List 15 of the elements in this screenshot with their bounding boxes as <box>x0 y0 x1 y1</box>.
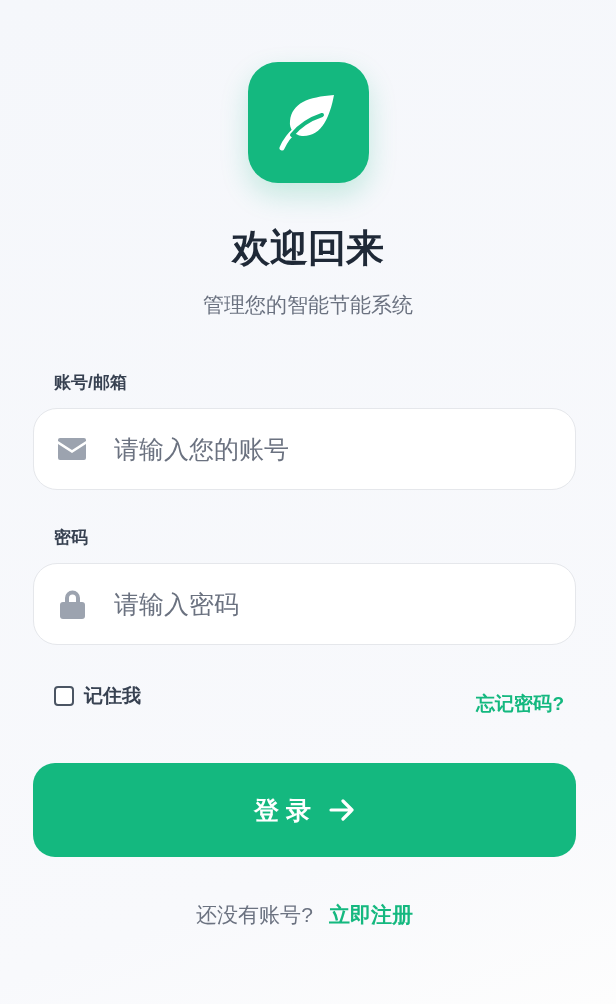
signup-prompt: 还没有账号? <box>196 902 313 928</box>
forgot-password-link[interactable]: 忘记密码? <box>476 691 564 717</box>
field-label: 密码 <box>54 527 88 549</box>
lock-icon <box>59 589 85 619</box>
checkbox-label: 记住我 <box>84 684 141 708</box>
page-title: 欢迎回来 <box>230 226 385 271</box>
login-button[interactable]: 登 录 <box>33 763 576 857</box>
register-link[interactable]: 立即注册 <box>328 901 413 929</box>
arrow-right-icon <box>328 799 355 821</box>
envelope-icon <box>58 438 86 460</box>
page-subtitle: 管理您的智能节能系统 <box>202 292 414 318</box>
field-label: 账号/邮箱 <box>54 372 127 394</box>
remember-checkbox[interactable] <box>54 686 74 706</box>
password-field[interactable]: 请输入密码 <box>33 563 576 645</box>
account-field[interactable]: 请输入您的账号 <box>33 408 576 490</box>
